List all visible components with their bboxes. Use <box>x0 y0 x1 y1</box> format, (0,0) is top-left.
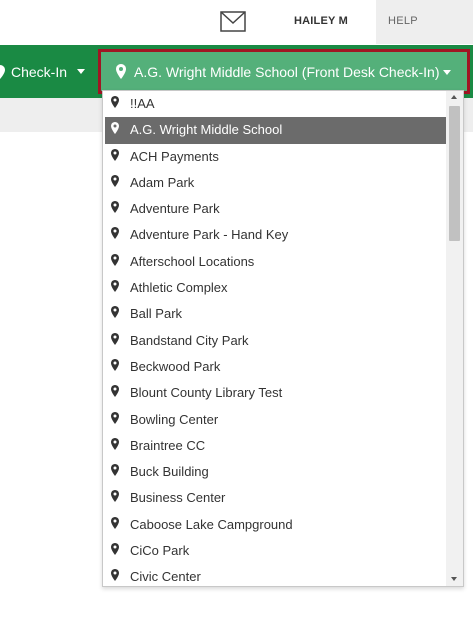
location-option-label: Business Center <box>130 490 226 506</box>
caret-down-icon <box>443 70 451 75</box>
location-option[interactable]: Beckwood Park <box>103 354 447 380</box>
location-option-label: ACH Payments <box>130 148 219 164</box>
location-option-label: Athletic Complex <box>130 280 228 296</box>
map-pin-icon <box>116 64 126 79</box>
location-option-label: Adventure Park - Hand Key <box>130 227 289 243</box>
location-option-label: A.G. Wright Middle School <box>130 122 283 138</box>
location-option[interactable]: !!AA <box>103 91 447 117</box>
location-option-label: Caboose Lake Campground <box>130 516 293 532</box>
location-option-label: !!AA <box>130 96 155 111</box>
map-pin-icon <box>111 96 119 108</box>
map-pin-icon <box>111 280 119 293</box>
map-pin-icon <box>111 437 119 450</box>
location-option-label: Bandstand City Park <box>130 332 249 348</box>
location-option[interactable]: Adventure Park - Hand Key <box>103 222 447 248</box>
location-option[interactable]: Blount County Library Test <box>103 380 447 406</box>
location-option[interactable]: Adam Park <box>103 170 447 196</box>
location-option[interactable]: CiCo Park <box>103 538 447 564</box>
location-option-label: Civic Center <box>130 569 201 585</box>
user-menu[interactable]: HAILEY M <box>294 15 348 27</box>
map-pin-icon <box>111 306 119 319</box>
location-option-label: CiCo Park <box>130 543 190 559</box>
location-option[interactable]: Ball Park <box>103 301 447 327</box>
caret-down-icon <box>77 69 86 74</box>
location-option[interactable]: Afterschool Locations <box>103 249 447 275</box>
location-option[interactable]: Bowling Center <box>103 407 447 433</box>
location-option-label: Ball Park <box>130 306 183 322</box>
location-option[interactable]: A.G. Wright Middle School <box>105 117 447 144</box>
help-label: HELP <box>388 15 418 27</box>
location-option-label: Afterschool Locations <box>130 253 255 269</box>
location-option[interactable]: ACH Payments <box>103 144 447 170</box>
map-pin-icon <box>111 174 119 187</box>
location-option-label: Adam Park <box>130 174 195 190</box>
location-option[interactable]: Civic Center <box>103 564 447 586</box>
location-option[interactable]: Caboose Lake Campground <box>103 512 447 538</box>
location-select-button[interactable]: A.G. Wright Middle School (Front Desk Ch… <box>98 49 470 94</box>
map-pin-icon <box>111 569 119 582</box>
location-option-label: Buck Building <box>130 464 209 480</box>
location-option[interactable]: Buck Building <box>103 459 447 485</box>
location-option[interactable]: Athletic Complex <box>103 275 447 301</box>
map-pin-icon <box>111 543 119 556</box>
map-pin-icon <box>111 516 119 529</box>
location-option[interactable]: Braintree CC <box>103 433 447 459</box>
map-pin-icon <box>111 122 119 135</box>
location-select-label: A.G. Wright Middle School (Front Desk Ch… <box>134 63 440 80</box>
scroll-down-arrow-icon[interactable] <box>451 577 457 581</box>
map-pin-icon <box>111 358 119 371</box>
map-pin-icon <box>111 385 119 398</box>
location-list: !!AA A.G. Wright Middle School ACH Payment… <box>103 91 447 586</box>
map-pin-icon <box>111 490 119 503</box>
map-pin-icon <box>111 464 119 477</box>
map-pin-icon <box>0 64 5 79</box>
map-pin-icon <box>111 201 119 214</box>
checkin-label: Check-In <box>11 63 68 80</box>
map-pin-icon <box>111 253 119 266</box>
scroll-thumb[interactable] <box>449 106 460 241</box>
location-option[interactable]: Adventure Park <box>103 196 447 222</box>
map-pin-icon <box>111 148 119 161</box>
envelope-icon[interactable] <box>220 11 246 32</box>
location-option-label: Braintree CC <box>130 437 206 453</box>
top-bar: HAILEY M HELP <box>0 0 473 44</box>
map-pin-icon <box>111 411 119 424</box>
location-dropdown[interactable]: !!AA A.G. Wright Middle School ACH Payment… <box>102 90 464 587</box>
location-option-label: Beckwood Park <box>130 358 221 374</box>
location-option-label: Blount County Library Test <box>130 385 283 401</box>
location-option[interactable]: Bandstand City Park <box>103 328 447 354</box>
checkin-menu[interactable]: Check-In <box>0 45 86 98</box>
location-option[interactable]: Business Center <box>103 485 447 511</box>
location-option-label: Bowling Center <box>130 411 219 427</box>
scroll-up-arrow-icon[interactable] <box>451 95 457 99</box>
help-button[interactable]: HELP <box>376 0 473 44</box>
dropdown-scrollbar[interactable] <box>446 91 463 586</box>
map-pin-icon <box>111 227 119 240</box>
location-option-label: Adventure Park <box>130 201 220 217</box>
map-pin-icon <box>111 332 119 345</box>
